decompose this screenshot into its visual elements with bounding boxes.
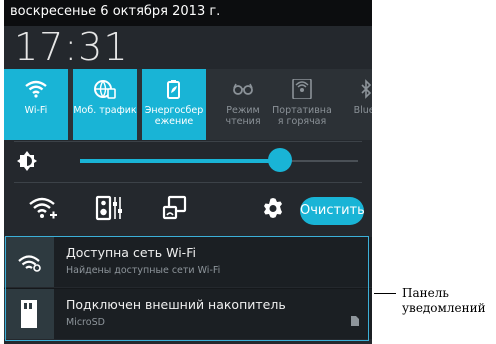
callout-line — [374, 293, 396, 294]
tile-label: Bluet — [353, 105, 372, 116]
audio-settings-icon[interactable] — [94, 193, 124, 225]
tile-label: Wi-Fi — [24, 105, 48, 116]
tile-wifi[interactable]: Wi-Fi — [4, 69, 68, 140]
tile-label: Моб. трафик — [73, 105, 137, 116]
brightness-icon — [17, 151, 37, 171]
divider — [14, 141, 362, 142]
screen-cast-icon[interactable] — [160, 193, 190, 225]
tile-label: Энергосбер ежение — [144, 105, 204, 127]
tile-power-saving[interactable]: Энергосбер ежение — [142, 69, 206, 140]
brightness-slider-fill — [80, 159, 281, 163]
gear-icon[interactable] — [260, 193, 286, 225]
quick-settings: Wi-Fi Моб. трафик Энергосбер ежение Режи… — [4, 69, 372, 140]
tile-reading-mode[interactable]: Режим чтения — [211, 69, 275, 140]
tile-label: Портативна я горячая — [272, 105, 332, 127]
callout-line-1: Панель — [402, 286, 449, 300]
tile-bluetooth[interactable]: Bluet — [334, 69, 372, 140]
tile-mobile-data[interactable]: Моб. трафик — [73, 69, 137, 140]
bluetooth-icon — [361, 79, 372, 99]
clear-button[interactable]: Очистить — [300, 197, 365, 225]
tile-label: Режим чтения — [225, 105, 261, 127]
brightness-slider-thumb[interactable] — [268, 148, 293, 172]
tile-hotspot[interactable]: Портативна я горячая — [270, 69, 334, 140]
date-bar: воскресенье 6 октября 2013 г. — [4, 0, 372, 26]
wifi-icon — [25, 80, 47, 98]
callout-line-2: уведомлений — [402, 301, 486, 315]
wifi-settings-icon[interactable] — [28, 193, 58, 225]
reading-mode-icon — [233, 83, 253, 95]
power-saving-icon — [167, 80, 180, 99]
date-text: воскресенье 6 октября 2013 г. — [10, 4, 221, 19]
hotspot-icon — [292, 79, 312, 99]
mobile-data-icon — [94, 80, 116, 99]
clock: 17:31 — [14, 25, 129, 69]
callout-label: Панель уведомлений — [402, 286, 486, 316]
divider — [14, 182, 362, 183]
notification-panel-highlight — [5, 236, 369, 341]
